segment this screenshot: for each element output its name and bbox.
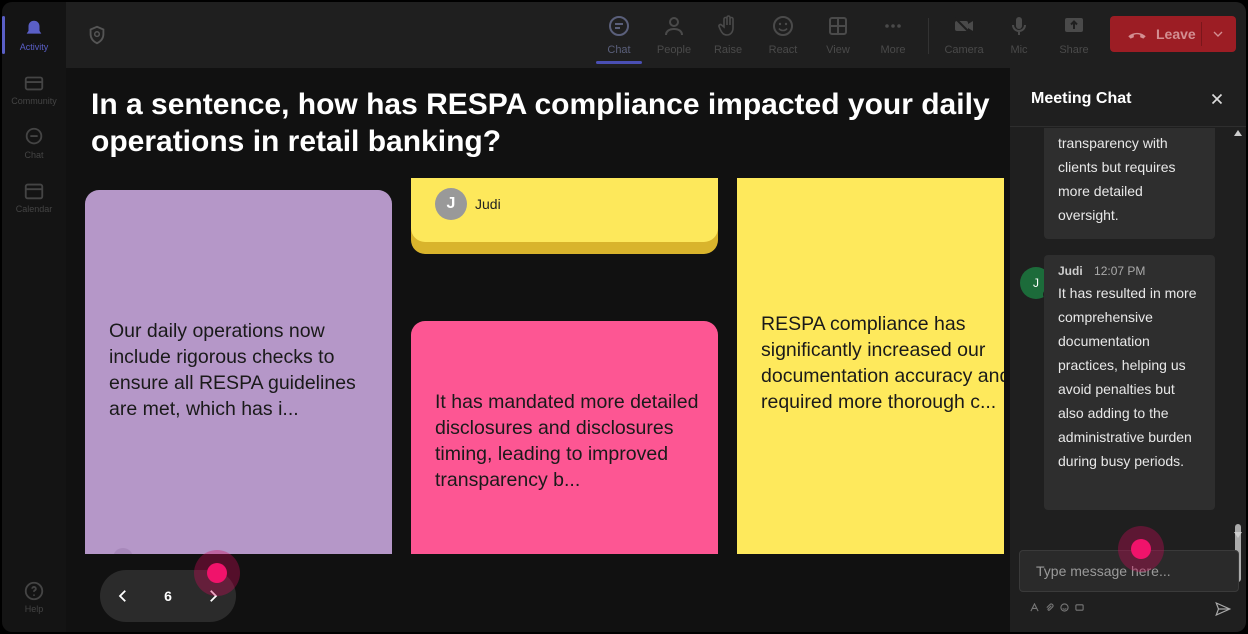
people-icon [665,17,683,36]
share-button-label: Share [1059,44,1089,56]
attach-icon[interactable] [1045,603,1054,612]
avatar-initial: J [1033,276,1039,290]
response-text: Our daily operations now include rigorou… [109,320,356,420]
response-card[interactable]: J Judi [411,178,718,254]
rail-item-community[interactable]: Community [2,64,66,114]
rail-item-help[interactable]: Help [2,572,66,622]
response-card[interactable]: Our daily operations now include rigorou… [85,190,392,554]
community-icon [24,76,44,91]
chat-message: Judi 12:07 PM It has resulted in more co… [1044,255,1215,510]
rail-item-calendar[interactable]: Calendar [2,172,66,222]
response-text: RESPA compliance has significantly increa… [761,313,1004,413]
view-button[interactable]: View [811,10,865,62]
share-button[interactable]: Share [1047,10,1101,62]
chat-title: Meeting Chat [1031,90,1132,107]
meeting-toolbar: Chat People Raise React View More Camera… [66,2,1246,68]
close-icon[interactable] [1208,90,1226,108]
poll-question: In a sentence, how has RESPA compliance … [91,88,990,158]
presentation-stage: In a sentence, how has RESPA compliance … [66,68,1010,632]
toolbar-divider [928,18,929,54]
chat-button[interactable]: Chat [592,10,646,64]
raise-hand-button[interactable]: Raise [701,10,755,62]
response-text: It has mandated more detailed disclosure… [435,391,699,491]
rail-item-label: Activity [19,42,49,52]
help-icon [24,581,44,601]
mic-button[interactable]: Mic [992,10,1046,62]
scroll-up-arrow[interactable] [1234,130,1242,136]
leave-button-label: Leave [1156,26,1196,42]
phone-hangup-icon [1128,32,1146,39]
shield-icon[interactable] [86,24,108,46]
meeting-chat-panel: Meeting Chat transparency with clients b… [1010,68,1246,632]
people-button[interactable]: People [647,10,701,62]
rail-item-label: Community [11,96,57,106]
scroll-down-arrow[interactable] [1234,532,1242,538]
gif-icon[interactable] [1075,603,1084,612]
rail-item-label: Chat [24,150,44,160]
response-card[interactable]: It has mandated more detailed disclosure… [411,321,718,554]
rail-item-chat[interactable]: Chat [2,118,66,168]
more-dots-icon [885,24,901,28]
message-time: 12:07 PM [1094,264,1146,278]
mic-button-label: Mic [1010,44,1028,56]
camera-button[interactable]: Camera [937,10,991,62]
author-avatar: J [435,188,467,220]
emoji-icon[interactable] [1060,603,1069,612]
view-button-label: View [826,44,850,56]
response-card[interactable]: RESPA compliance has significantly increa… [737,178,1004,554]
card-author: J Judi [435,188,501,220]
format-toolbar [1030,603,1084,612]
scroll-track[interactable] [1235,138,1241,532]
share-screen-icon [1065,18,1083,32]
smiley-icon [773,16,793,36]
send-icon[interactable] [1214,600,1232,618]
message-author: Judi [1058,264,1083,278]
bell-icon [26,20,42,34]
pointer-indicator [194,550,240,596]
message-text: It has resulted in more comprehensive do… [1058,285,1197,469]
rail-item-label: Help [24,604,44,614]
page-number: 6 [164,588,172,604]
leave-divider [1201,22,1202,46]
chat-button-label: Chat [607,44,631,56]
format-text-icon[interactable] [1030,603,1039,612]
rail-item-label: Calendar [15,204,53,214]
leave-button[interactable]: Leave [1110,16,1236,52]
author-name: Judi [475,196,501,212]
hand-icon [718,15,734,36]
chat-message: transparency with clients but requires m… [1044,128,1215,239]
calendar-icon [24,183,44,200]
app-rail: Activity Community Chat Calendar Help [2,2,66,632]
mic-icon [1012,17,1026,35]
message-header: Judi 12:07 PM [1058,261,1201,281]
raise-button-label: Raise [713,44,743,56]
chat-scrollbar[interactable] [1232,128,1244,582]
chat-divider [1010,126,1246,127]
grid-view-icon [829,17,847,35]
author-avatar [113,548,133,554]
react-button[interactable]: React [756,10,810,62]
rail-item-activity[interactable]: Activity [2,10,66,60]
react-button-label: React [768,44,798,56]
chevron-left-icon[interactable] [114,587,132,605]
camera-off-icon [954,17,973,36]
chat-icon [609,16,629,36]
message-text: transparency with clients but requires m… [1058,135,1176,223]
people-button-label: People [656,44,692,56]
pointer-indicator [1118,526,1164,572]
chat-icon [25,127,43,145]
more-button-label: More [880,44,906,56]
more-button[interactable]: More [866,10,920,62]
camera-button-label: Camera [944,44,984,56]
chevron-down-icon[interactable] [1210,26,1226,42]
